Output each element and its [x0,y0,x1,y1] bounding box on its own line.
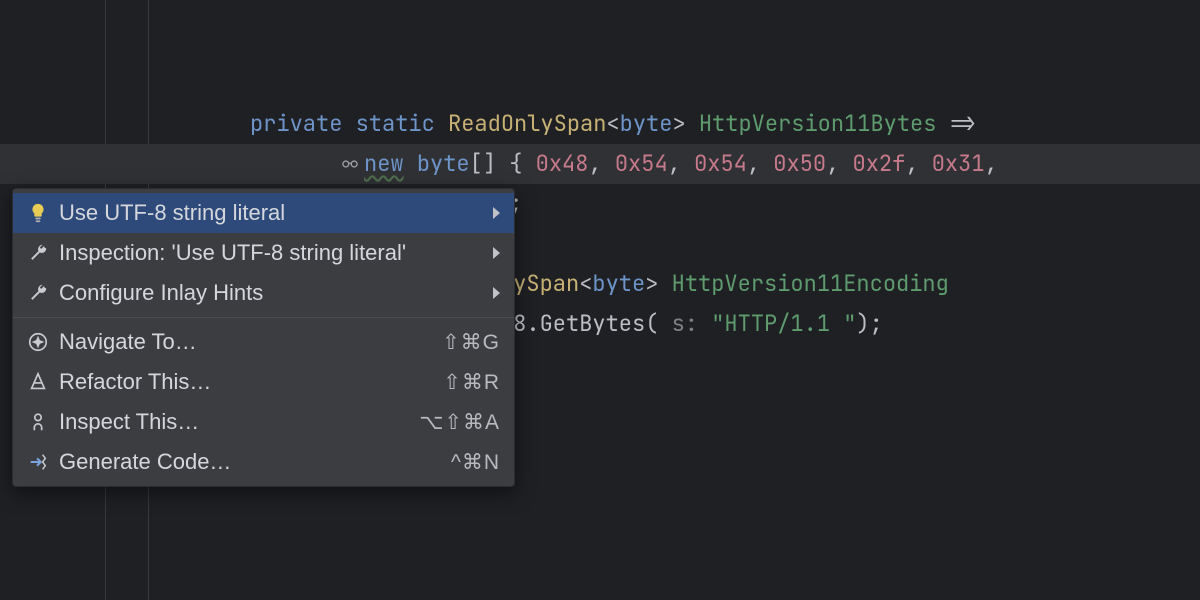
submenu-arrow-icon [493,247,500,259]
inlay-hint: s: [658,309,711,338]
compass-icon [27,331,49,353]
keyword: private [250,109,342,138]
shortcut: ⌥⇧⌘A [419,410,500,435]
recursion-icon [340,147,360,167]
menu-item-generate-code[interactable]: Generate Code… ^⌘N [13,442,514,482]
shortcut: ⇧⌘R [443,370,500,395]
wrench-icon [27,282,49,304]
code-line: private static ReadOnlySpan<byte> HttpVe… [0,104,1200,144]
cone-icon [27,371,49,393]
menu-item-label: Inspection: 'Use UTF-8 string literal' [59,240,471,266]
shortcut: ⇧⌘G [442,330,500,355]
menu-item-label: Navigate To… [59,329,432,355]
menu-item-label: Use UTF-8 string literal [59,200,471,226]
menu-separator [13,317,514,318]
menu-item-label: Configure Inlay Hints [59,280,471,306]
keyword: static [356,109,435,138]
keyword: new [364,149,404,178]
code-line-highlighted: new byte[] { 0x48, 0x54, 0x54, 0x50, 0x2… [0,144,1200,184]
menu-item-navigate-to[interactable]: Navigate To… ⇧⌘G [13,322,514,362]
intention-menu: Use UTF-8 string literal Inspection: 'Us… [12,188,515,487]
menu-item-label: Generate Code… [59,449,441,475]
identifier: HttpVersion11Bytes [699,109,937,138]
menu-item-refactor-this[interactable]: Refactor This… ⇧⌘R [13,362,514,402]
menu-item-label: Inspect This… [59,409,409,435]
inspect-icon [27,411,49,433]
shortcut: ^⌘N [451,450,500,475]
generate-icon [27,451,49,473]
wrench-icon [27,242,49,264]
menu-item-inspection[interactable]: Inspection: 'Use UTF-8 string literal' [13,233,514,273]
menu-item-label: Refactor This… [59,369,433,395]
type: ReadOnlySpan [448,109,606,138]
bulb-icon [27,202,49,224]
submenu-arrow-icon [493,207,500,219]
menu-item-configure-inlay[interactable]: Configure Inlay Hints [13,273,514,313]
menu-item-use-utf8[interactable]: Use UTF-8 string literal [13,193,514,233]
submenu-arrow-icon [493,287,500,299]
menu-item-inspect-this[interactable]: Inspect This… ⌥⇧⌘A [13,402,514,442]
